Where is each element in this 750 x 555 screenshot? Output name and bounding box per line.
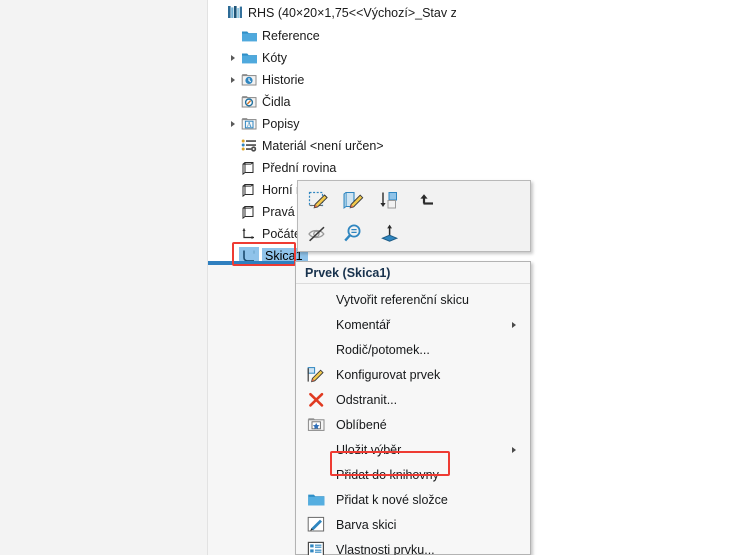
- menu-item-label: Odstranit...: [336, 392, 398, 407]
- properties-icon: [303, 540, 329, 555]
- plane-icon: [239, 159, 259, 177]
- menu-item-ulozit-vyber[interactable]: Uložit výběr: [296, 437, 530, 462]
- annotations-folder-icon: A: [239, 115, 259, 133]
- edit-sketch-plane-icon[interactable]: [340, 186, 368, 214]
- tree-arrow-placeholder: [212, 2, 225, 23]
- tree-item-label: Historie: [262, 72, 305, 87]
- menu-item-barva-skici[interactable]: Barva skici: [296, 512, 530, 537]
- tree-arrow-placeholder: [226, 179, 239, 200]
- menu-item-label: Konfigurovat prvek: [336, 367, 441, 382]
- zoom-to-selection-icon[interactable]: [340, 219, 368, 247]
- left-gutter: [0, 0, 208, 555]
- no-icon: [303, 465, 329, 485]
- plane-icon: [239, 181, 259, 199]
- tree-item-root[interactable]: RHS (40×20×1,75<<Výchozí>_Stav zobra: [212, 2, 456, 23]
- menu-item-label: Barva skici: [336, 517, 397, 532]
- menu-item-pridat-do-knihovny[interactable]: Přidat do knihovny: [296, 462, 530, 487]
- tree-arrow-placeholder: [226, 25, 239, 46]
- edit-sketch-icon[interactable]: [304, 186, 332, 214]
- plane-icon: [239, 203, 259, 221]
- submenu-arrow-icon: [512, 446, 516, 453]
- configure-icon: [303, 365, 329, 385]
- tree-item-popisy[interactable]: A Popisy: [226, 113, 302, 134]
- tree-item-label: Popisy: [262, 116, 300, 131]
- tree-item-label: Kóty: [262, 50, 288, 65]
- favorites-icon: [303, 415, 329, 435]
- history-folder-icon: [239, 71, 259, 89]
- tree-item-root-label: RHS (40×20×1,75<<Výchozí>_Stav zobra: [248, 5, 456, 20]
- normal-to-icon[interactable]: [376, 219, 404, 247]
- menu-item-label: Rodič/potomek...: [336, 342, 430, 357]
- tree-item-front-plane[interactable]: Přední rovina: [226, 157, 338, 178]
- material-icon: [239, 137, 259, 155]
- tree-item-reference[interactable]: Reference: [226, 25, 322, 46]
- context-menu[interactable]: Prvek (Skica1) Vytvořit referenční skicu…: [295, 261, 531, 555]
- menu-item-label: Oblíbené: [336, 417, 387, 432]
- rollback-bar[interactable]: [208, 261, 296, 265]
- insert-into-new-part-icon[interactable]: [376, 186, 404, 214]
- sketch-color-icon: [303, 515, 329, 535]
- context-toolbar[interactable]: [297, 180, 531, 252]
- tree-item-label: Reference: [262, 28, 320, 43]
- menu-item-label: Komentář: [336, 317, 391, 332]
- expand-arrow-icon[interactable]: [226, 47, 239, 68]
- context-menu-items: Vytvořit referenční skicu Komentář Rodič…: [296, 284, 530, 555]
- tree-item-koty[interactable]: Kóty: [226, 47, 289, 68]
- menu-item-vlastnosti-prvku[interactable]: Vlastnosti prvku...: [296, 537, 530, 555]
- menu-item-konfigurovat-prvek[interactable]: Konfigurovat prvek: [296, 362, 530, 387]
- menu-item-label: Vytvořit referenční skicu: [336, 292, 469, 307]
- expand-arrow-icon[interactable]: [226, 113, 239, 134]
- no-icon: [303, 315, 329, 335]
- no-icon: [303, 340, 329, 360]
- menu-item-label: Přidat k nové složce: [336, 492, 448, 507]
- no-icon: [303, 440, 329, 460]
- menu-item-pridat-k-nove-slozce[interactable]: Přidat k nové složce: [296, 487, 530, 512]
- tree-arrow-placeholder: [226, 91, 239, 112]
- menu-item-label: Vlastnosti prvku...: [336, 542, 435, 555]
- tree-arrow-placeholder: [226, 201, 239, 222]
- menu-item-oblibene[interactable]: Oblíbené: [296, 412, 530, 437]
- tree-arrow-placeholder: [226, 223, 239, 244]
- expand-arrow-icon[interactable]: [226, 69, 239, 90]
- delete-icon: [303, 390, 329, 410]
- submenu-arrow-icon: [512, 321, 516, 328]
- tree-item-historie[interactable]: Historie: [226, 69, 306, 90]
- new-folder-icon: [303, 490, 329, 510]
- menu-item-komentar[interactable]: Komentář: [296, 312, 530, 337]
- part-document-icon: [225, 4, 245, 22]
- tree-item-material[interactable]: Materiál <není určen>: [226, 135, 386, 156]
- folder-icon: [239, 27, 259, 45]
- menu-item-label: Přidat do knihovny: [336, 467, 439, 482]
- menu-item-vytvorit-referencni-skicu[interactable]: Vytvořit referenční skicu: [296, 287, 530, 312]
- tree-item-label: Čidla: [262, 94, 291, 109]
- menu-item-label: Uložit výběr: [336, 442, 402, 457]
- tree-arrow-placeholder: [226, 157, 239, 178]
- sensors-folder-icon: [239, 93, 259, 111]
- hide-icon[interactable]: [304, 219, 332, 247]
- no-icon: [303, 290, 329, 310]
- folder-icon: [239, 49, 259, 67]
- menu-item-odstranit[interactable]: Odstranit...: [296, 387, 530, 412]
- svg-text:A: A: [246, 120, 252, 129]
- menu-item-rodic-potomek[interactable]: Rodič/potomek...: [296, 337, 530, 362]
- tree-item-cidla[interactable]: Čidla: [226, 91, 293, 112]
- tree-item-label: Přední rovina: [262, 160, 337, 175]
- tree-arrow-placeholder: [226, 135, 239, 156]
- tree-item-label: Materiál <není určen>: [262, 138, 384, 153]
- origin-icon: [239, 225, 259, 243]
- context-menu-title: Prvek (Skica1): [296, 262, 530, 284]
- rollback-icon[interactable]: [412, 186, 440, 214]
- solidworks-feature-manager-screen: RHS (40×20×1,75<<Výchozí>_Stav zobra Ref…: [0, 0, 750, 555]
